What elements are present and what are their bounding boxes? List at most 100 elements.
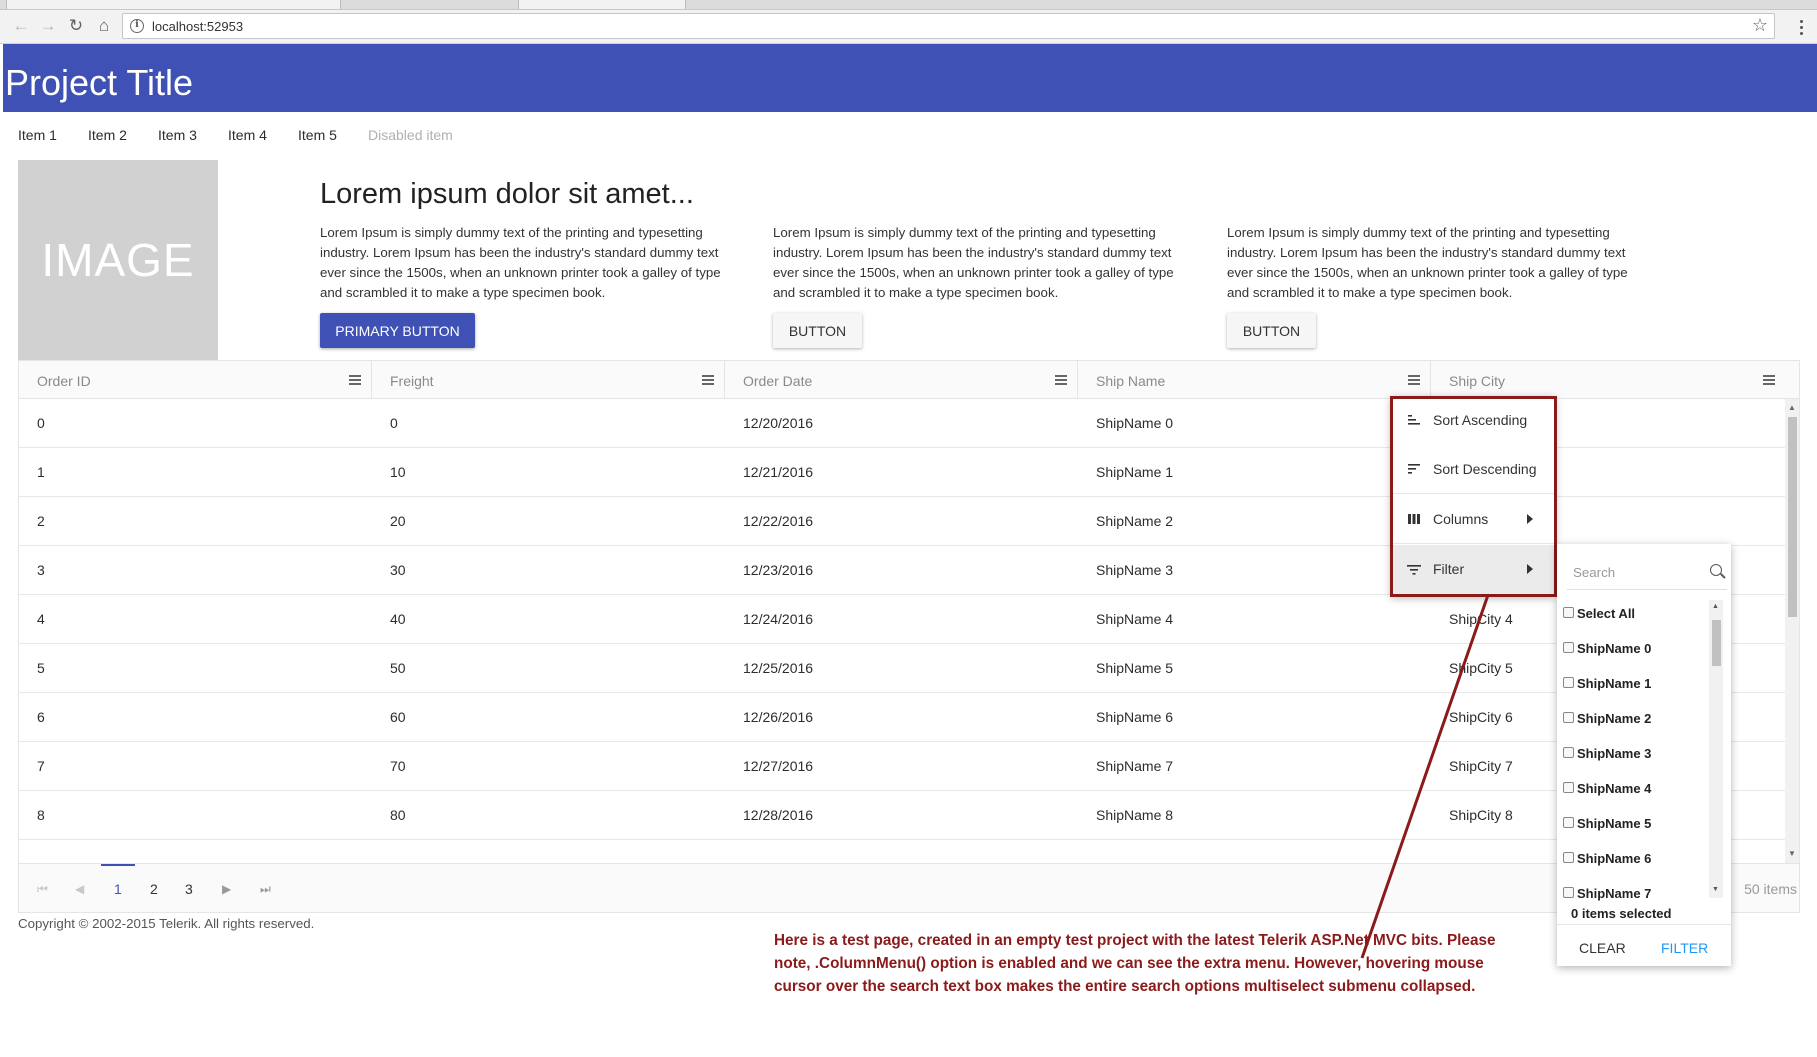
scrollbar-thumb[interactable] — [1788, 417, 1797, 617]
page-3-button[interactable]: 3 — [185, 881, 193, 897]
browser-tab-strip — [0, 0, 1817, 10]
checkbox-box[interactable] — [1563, 782, 1574, 793]
browser-tab[interactable] — [518, 0, 686, 9]
star-icon[interactable]: ☆ — [1752, 15, 1768, 36]
cell-ship-name: ShipName 2 — [1096, 513, 1174, 529]
column-header-order-date[interactable]: Order Date — [725, 361, 1078, 399]
column-header-label: Ship Name — [1096, 373, 1166, 389]
scroll-down-icon[interactable]: ▼ — [1712, 886, 1719, 893]
cell-order-id: 3 — [37, 562, 45, 578]
table-row[interactable]: 8 80 12/28/2016 ShipName 8 ShipCity 8 — [19, 791, 1785, 840]
checkbox-box[interactable] — [1563, 887, 1574, 898]
prev-page-icon[interactable]: ◀ — [75, 882, 84, 896]
page-2-button[interactable]: 2 — [150, 881, 158, 897]
search-icon[interactable] — [1710, 564, 1722, 576]
checkbox-box[interactable] — [1563, 642, 1574, 653]
cell-freight: 80 — [390, 807, 406, 823]
cell-order-date: 12/24/2016 — [743, 611, 814, 627]
cell-ship-city: ShipCity 7 — [1449, 758, 1513, 774]
column-menu-icon[interactable] — [1055, 375, 1067, 385]
page-title: Project Title — [5, 62, 194, 103]
reload-icon[interactable]: ↻ — [64, 14, 88, 38]
clear-button[interactable]: CLEAR — [1579, 940, 1626, 956]
column-header-order-id[interactable]: Order ID — [19, 361, 372, 399]
table-row[interactable]: 7 70 12/27/2016 ShipName 7 ShipCity 7 — [19, 742, 1785, 791]
primary-button[interactable]: PRIMARY BUTTON — [320, 313, 475, 348]
kebab-menu-icon[interactable] — [1791, 16, 1811, 38]
cell-freight: 50 — [390, 660, 406, 676]
menu-item-5[interactable]: Item 5 — [298, 127, 337, 143]
checkbox-box[interactable] — [1563, 817, 1574, 828]
column-menu-icon[interactable] — [349, 375, 361, 385]
table-row[interactable]: 6 60 12/26/2016 ShipName 6 ShipCity 6 — [19, 693, 1785, 742]
cell-freight: 30 — [390, 562, 406, 578]
pager-info: 50 items — [1744, 881, 1797, 897]
page-1-button[interactable]: 1 — [114, 881, 122, 897]
column-header-freight[interactable]: Freight — [372, 361, 725, 399]
browser-toolbar: ← → ↻ ⌂ i localhost:52953 ☆ — [0, 10, 1817, 44]
cell-ship-name: ShipName 4 — [1096, 611, 1174, 627]
cell-freight: 10 — [390, 464, 406, 480]
filter-search-input[interactable]: Search — [1567, 552, 1727, 590]
scroll-up-icon[interactable]: ▲ — [1712, 603, 1719, 610]
cell-order-date: 12/28/2016 — [743, 807, 814, 823]
cell-ship-name: ShipName 1 — [1096, 464, 1174, 480]
grid-pager: ⏮ ◀ 1 2 3 ▶ ⏭ 50 items — [19, 863, 1799, 912]
active-page-indicator — [101, 864, 135, 866]
button-2[interactable]: BUTTON — [773, 313, 862, 348]
checkbox-label: ShipName 6 — [1577, 851, 1652, 866]
home-icon[interactable]: ⌂ — [92, 14, 116, 38]
info-icon[interactable]: i — [130, 19, 144, 33]
scroll-down-icon[interactable]: ▼ — [1788, 849, 1796, 858]
scrollbar-thumb[interactable] — [1712, 620, 1721, 666]
hero-paragraph-3: Lorem Ipsum is simply dummy text of the … — [1227, 225, 1628, 300]
selected-count: 0 items selected — [1571, 906, 1672, 921]
column-menu-icon[interactable] — [1408, 375, 1420, 385]
first-page-icon[interactable]: ⏮ — [37, 882, 48, 897]
cell-ship-city: ShipCity 4 — [1449, 611, 1513, 627]
browser-tab[interactable] — [6, 0, 341, 9]
column-header-label: Ship City — [1449, 373, 1506, 389]
cell-ship-name: ShipName 5 — [1096, 660, 1174, 676]
grid-header: Order ID Freight Order Date Ship Name Sh… — [19, 361, 1799, 399]
last-page-icon[interactable]: ⏭ — [260, 882, 271, 897]
menu-item-2[interactable]: Item 2 — [88, 127, 127, 143]
table-row[interactable]: 5 50 12/25/2016 ShipName 5 ShipCity 5 — [19, 644, 1785, 693]
menu-item-4[interactable]: Item 4 — [228, 127, 267, 143]
cell-order-id: 0 — [37, 415, 45, 431]
checkbox-box[interactable] — [1563, 677, 1574, 688]
address-bar[interactable]: i localhost:52953 ☆ — [122, 13, 1775, 39]
checkbox-label: Select All — [1577, 606, 1636, 621]
checkbox-box[interactable] — [1563, 607, 1574, 618]
cell-order-date: 12/21/2016 — [743, 464, 814, 480]
column-menu-icon[interactable] — [1763, 375, 1775, 385]
cell-freight: 60 — [390, 709, 406, 725]
grid-scrollbar[interactable]: ▲ ▼ — [1785, 399, 1799, 863]
button-3[interactable]: BUTTON — [1227, 313, 1316, 348]
cell-order-date: 12/26/2016 — [743, 709, 814, 725]
table-row[interactable]: 4 40 12/24/2016 ShipName 4 ShipCity 4 — [19, 595, 1785, 644]
cell-freight: 70 — [390, 758, 406, 774]
column-header-ship-name[interactable]: Ship Name — [1078, 361, 1431, 399]
annotation-highlight-box — [1390, 396, 1557, 597]
cell-freight: 20 — [390, 513, 406, 529]
column-menu-icon[interactable] — [702, 375, 714, 385]
forward-icon[interactable]: → — [36, 14, 60, 38]
checkbox-box[interactable] — [1563, 852, 1574, 863]
filter-button[interactable]: FILTER — [1661, 940, 1708, 956]
scroll-up-icon[interactable]: ▲ — [1788, 403, 1796, 412]
checkbox-label: ShipName 4 — [1577, 781, 1652, 796]
checkbox-box[interactable] — [1563, 747, 1574, 758]
column-header-ship-city[interactable]: Ship City — [1431, 361, 1785, 399]
next-page-icon[interactable]: ▶ — [222, 882, 231, 896]
column-header-label: Order Date — [743, 373, 813, 389]
filter-actions: CLEAR FILTER — [1557, 924, 1731, 966]
back-icon[interactable]: ← — [9, 14, 33, 38]
menu-item-3[interactable]: Item 3 — [158, 127, 197, 143]
menu-item-1[interactable]: Item 1 — [18, 127, 57, 143]
checkbox-box[interactable] — [1563, 712, 1574, 723]
filter-list-scrollbar[interactable]: ▲ ▼ — [1709, 600, 1723, 898]
cell-ship-city: ShipCity 8 — [1449, 807, 1513, 823]
cell-order-date: 12/22/2016 — [743, 513, 814, 529]
cell-freight: 40 — [390, 611, 406, 627]
